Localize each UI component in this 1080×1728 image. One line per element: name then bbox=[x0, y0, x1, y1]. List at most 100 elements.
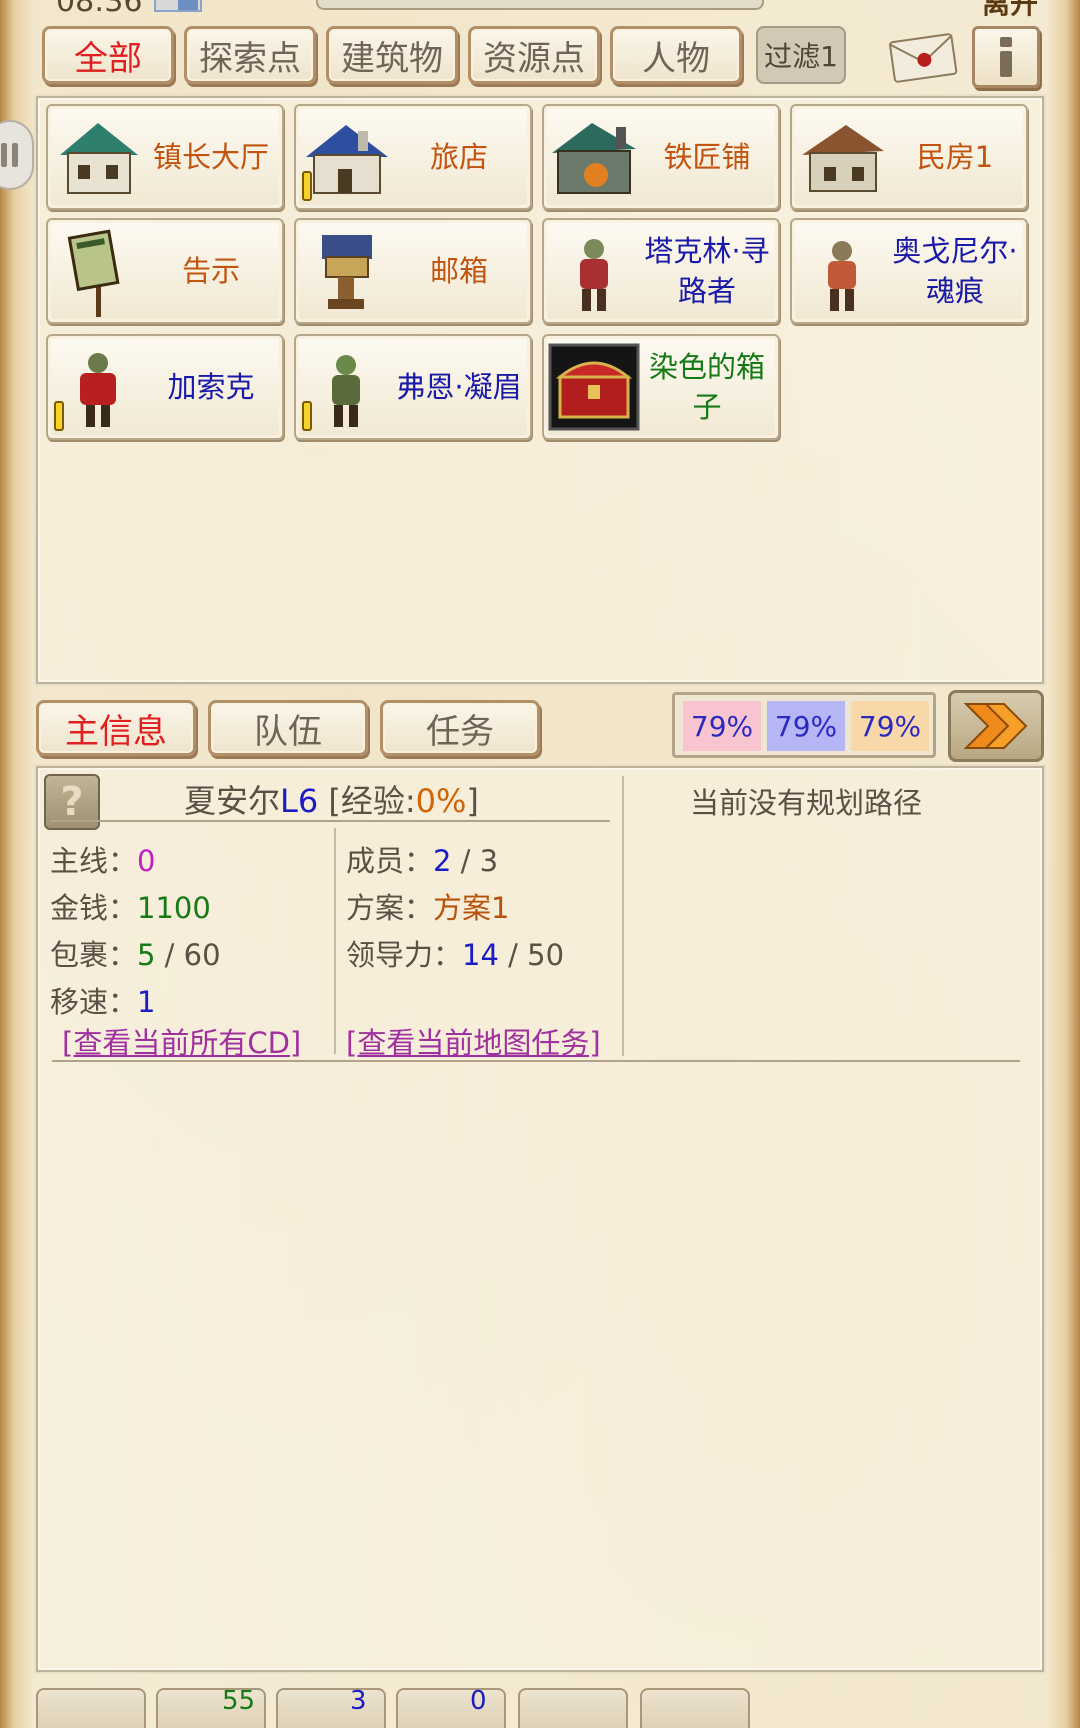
stat-suffix: / 50 bbox=[498, 938, 565, 972]
top-progress-bar bbox=[316, 0, 764, 10]
stat-bag: 包裹：5 / 60 bbox=[50, 932, 221, 974]
quest-alert-icon bbox=[302, 401, 312, 431]
stat-suffix: / 3 bbox=[451, 844, 499, 878]
npc-card-fuen[interactable]: 弗恩·凝眉 bbox=[294, 334, 532, 440]
minimap-indicator-icon[interactable] bbox=[154, 0, 202, 12]
house-building-icon bbox=[794, 109, 890, 205]
filter-tab-label: 人物 bbox=[642, 38, 710, 79]
stat-move-speed: 移速：1 bbox=[50, 979, 155, 1021]
location-card-town-hall[interactable]: 镇长大厅 bbox=[46, 104, 284, 210]
stat-value: 1 bbox=[137, 985, 156, 1019]
filter-button[interactable]: 过滤1 bbox=[756, 26, 846, 84]
stat-value: 2 bbox=[433, 844, 452, 878]
stat-value: 5 bbox=[137, 938, 156, 972]
leave-button[interactable]: 离开 bbox=[982, 0, 1038, 22]
status-percent-group: 79% 79% 79% bbox=[672, 692, 936, 758]
stat-label: 金钱： bbox=[50, 891, 138, 925]
stat-label: 领导力： bbox=[346, 938, 463, 972]
notice-board-icon bbox=[50, 223, 146, 319]
location-card-house[interactable]: 民房1 bbox=[790, 104, 1028, 210]
side-drawer-handle[interactable] bbox=[0, 120, 34, 190]
location-card-mailbox[interactable]: 邮箱 bbox=[294, 218, 532, 324]
info-icon bbox=[1000, 37, 1012, 77]
bottom-tab-legion[interactable]: 军团 bbox=[518, 1688, 628, 1728]
npc-name: 奥戈尼尔·魂痕 bbox=[892, 234, 1018, 308]
route-status-text: 当前没有规划路径 bbox=[690, 786, 923, 820]
filter-tab-explore[interactable]: 探索点 bbox=[184, 26, 316, 84]
npc-card-takelin[interactable]: 塔克林·寻路者 bbox=[542, 218, 780, 324]
bottom-tab-overview[interactable]: 综合 bbox=[36, 1688, 146, 1728]
double-chevron-right-icon bbox=[963, 703, 1028, 749]
envelope-icon bbox=[889, 33, 958, 83]
orc-warrior-npc-icon bbox=[50, 339, 146, 435]
location-card-inn[interactable]: 旅店 bbox=[294, 104, 532, 210]
fast-forward-button[interactable] bbox=[948, 690, 1044, 762]
stat-value: 方案1 bbox=[433, 891, 510, 925]
exp-label: 经验: bbox=[340, 782, 416, 820]
info-tab-team[interactable]: 队伍 bbox=[208, 700, 368, 756]
npc-card-jiasuoke[interactable]: 加索克 bbox=[46, 334, 284, 440]
filter-tab-resources[interactable]: 资源点 bbox=[468, 26, 600, 84]
location-name: 邮箱 bbox=[429, 254, 488, 288]
exp-value: 0% bbox=[415, 782, 467, 820]
bottom-tab-settings[interactable]: 设置 bbox=[640, 1688, 750, 1728]
character-level: L6 bbox=[280, 782, 319, 820]
bottom-tab-label: 队伍 bbox=[292, 1720, 356, 1728]
orc-npc-icon bbox=[546, 223, 642, 319]
inn-building-icon bbox=[298, 109, 394, 205]
stat-value: 0 bbox=[137, 844, 156, 878]
view-cd-link[interactable]: [查看当前所有CD] bbox=[62, 1020, 301, 1062]
npc-name: 塔克林·寻路者 bbox=[644, 234, 770, 308]
location-name: 镇长大厅 bbox=[152, 140, 269, 174]
route-divider bbox=[622, 776, 624, 1056]
stat-gold: 金钱：1100 bbox=[50, 885, 211, 927]
info-tab-label: 队伍 bbox=[254, 711, 322, 752]
location-name: 旅店 bbox=[429, 140, 488, 174]
stat-label: 移速： bbox=[50, 985, 138, 1019]
character-header: 夏安尔L6 [经验:0%] bbox=[184, 782, 479, 820]
resource-card-dyed-chest[interactable]: 染色的箱子 bbox=[542, 334, 780, 440]
pause-icon bbox=[1, 143, 18, 167]
filter-tab-all[interactable]: 全部 bbox=[42, 26, 174, 84]
stat-label: 包裹： bbox=[50, 938, 138, 972]
mailbox-icon bbox=[298, 223, 394, 319]
location-card-notice[interactable]: 告示 bbox=[46, 218, 284, 324]
team-count-badge: 3 bbox=[350, 1686, 367, 1716]
stat-plan: 方案：方案1 bbox=[346, 885, 509, 927]
location-name: 铁匠铺 bbox=[663, 140, 751, 174]
header-divider bbox=[50, 820, 610, 822]
stat-suffix: / 60 bbox=[155, 938, 221, 972]
treasure-chest-icon bbox=[546, 339, 642, 435]
bottom-tab-team[interactable]: 3 队伍 bbox=[276, 1686, 386, 1728]
bottom-tab-label: 任务 bbox=[412, 1720, 476, 1728]
stat-label: 方案： bbox=[346, 891, 434, 925]
filter-tab-characters[interactable]: 人物 bbox=[610, 26, 742, 84]
stat-value: 14 bbox=[462, 938, 499, 972]
stat-leadership: 领导力：14 / 50 bbox=[346, 932, 564, 974]
bottom-tab-quests[interactable]: 0 任务 bbox=[396, 1686, 506, 1728]
info-tab-main[interactable]: 主信息 bbox=[36, 700, 196, 756]
mail-button[interactable] bbox=[888, 28, 958, 86]
stat-value: 1100 bbox=[137, 891, 211, 925]
stats-divider bbox=[334, 828, 336, 1054]
npc-card-ogonier[interactable]: 奥戈尼尔·魂痕 bbox=[790, 218, 1028, 324]
quest-count-badge: 0 bbox=[470, 1686, 487, 1716]
orc-npc-icon bbox=[794, 223, 890, 319]
location-name: 民房1 bbox=[916, 140, 994, 174]
bottom-tab-bag[interactable]: 55 背包 bbox=[156, 1686, 266, 1728]
bottom-tab-label: 军团 bbox=[534, 1720, 598, 1728]
filter-tab-label: 探索点 bbox=[199, 38, 301, 79]
info-tab-label: 任务 bbox=[426, 711, 494, 752]
location-card-blacksmith[interactable]: 铁匠铺 bbox=[542, 104, 780, 210]
stat-main-quest: 主线：0 bbox=[50, 838, 155, 880]
bag-count-badge: 55 bbox=[222, 1686, 256, 1716]
info-button[interactable] bbox=[972, 26, 1040, 88]
info-tab-label: 主信息 bbox=[65, 711, 167, 752]
quest-alert-icon bbox=[302, 171, 312, 201]
filter-tab-buildings[interactable]: 建筑物 bbox=[326, 26, 458, 84]
blacksmith-building-icon bbox=[546, 109, 642, 205]
bottom-tab-label: 综合 bbox=[52, 1720, 116, 1728]
info-tab-quests[interactable]: 任务 bbox=[380, 700, 540, 756]
orc-npc-icon bbox=[298, 339, 394, 435]
view-map-tasks-link[interactable]: [查看当前地图任务] bbox=[346, 1020, 601, 1062]
